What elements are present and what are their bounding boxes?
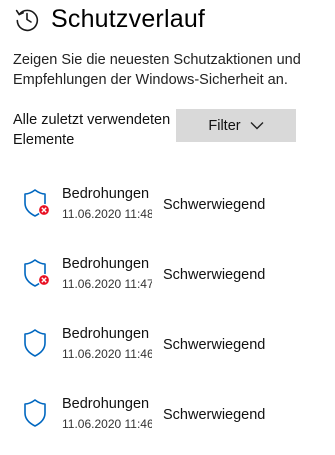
item-name: Bedrohungen: [62, 326, 150, 342]
item-severity: Schwerwiegend: [163, 337, 266, 353]
item-severity: Schwerwiegend: [163, 407, 266, 423]
page-header: Schutzverlauf: [14, 2, 205, 36]
history-icon: [15, 9, 39, 32]
item-date: 11.06.2020 11:46: [62, 417, 152, 431]
filter-button-label: Filter: [208, 117, 241, 134]
shield-error-icon: [23, 188, 51, 218]
list-item[interactable]: Bedrohungen 11.06.2020 11:46 Schwerwiege…: [0, 310, 335, 380]
item-name: Bedrohungen: [62, 256, 150, 272]
item-severity: Schwerwiegend: [163, 267, 266, 283]
chevron-down-icon: [250, 122, 264, 130]
list-item[interactable]: Bedrohungen 11.06.2020 11:48 Schwerwiege…: [0, 170, 335, 240]
item-date: 11.06.2020 11:47: [62, 277, 152, 291]
list-item[interactable]: Bedrohungen 11.06.2020 11:46 Schwerwiege…: [0, 380, 335, 450]
item-name: Bedrohungen: [62, 396, 150, 412]
item-severity: Schwerwiegend: [163, 197, 266, 213]
shield-error-icon: [23, 258, 51, 288]
item-date: 11.06.2020 11:46: [62, 347, 152, 361]
item-date: 11.06.2020 11:48: [62, 207, 152, 221]
shield-icon: [23, 398, 51, 428]
page-title: Schutzverlauf: [51, 4, 206, 33]
recent-items-label: Alle zuletzt verwendeten Elemente: [13, 112, 171, 148]
page-description: Zeigen Sie die neuesten Schutzaktionen u…: [13, 52, 301, 88]
item-name: Bedrohungen: [62, 186, 150, 202]
shield-icon: [23, 328, 51, 358]
list-item[interactable]: Bedrohungen 11.06.2020 11:47 Schwerwiege…: [0, 240, 335, 310]
filter-button[interactable]: Filter: [176, 109, 296, 142]
